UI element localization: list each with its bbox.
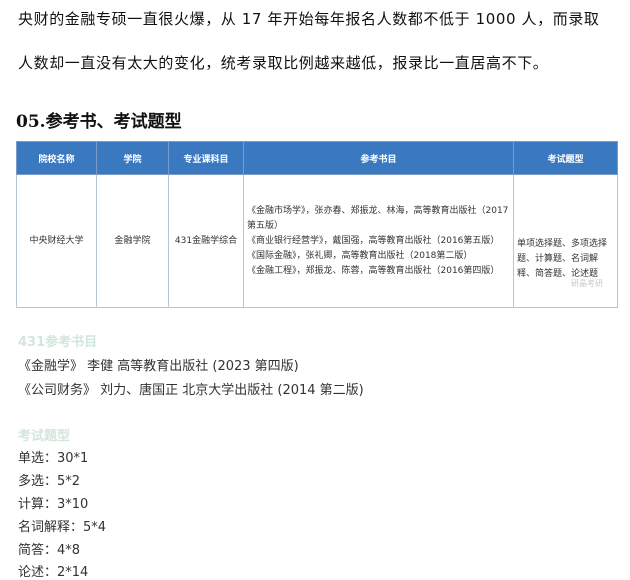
exam-type-item: 单选：30*1 [18,451,89,466]
ref-book-item: 《公司财务》 刘力、唐国正 北京大学出版社 (2014 第二版) [18,383,364,398]
header-types: 考试题型 [513,141,618,175]
header-school: 院校名称 [16,141,97,175]
watermark-text: 研晶考研 [571,279,603,288]
book-item: 《国际金融》，张礼卿，高等教育出版社（2018第二版） [247,250,473,261]
types-text: 单项选择题、多项选择题、计算题、名词解释、简答题、论述题 [517,238,608,279]
cell-school: 中央财经大学 [16,174,97,308]
exam-types-heading: 考试题型 [18,429,71,444]
table-header-row: 院校名称 学院 专业课科目 参考书目 考试题型 [16,141,618,175]
exam-type-item: 多选：5*2 [18,474,81,489]
cell-subject: 431金融学综合 [168,174,244,308]
exam-type-item: 名词解释：5*4 [18,520,107,535]
exam-type-item: 简答：4*8 [18,543,81,558]
header-college: 学院 [96,141,169,175]
intro-paragraph-line-1: 央财的金融专硕一直很火爆，从 17 年开始每年报名人数都不低于 1000 人，而… [18,10,600,28]
reference-table: 院校名称 学院 专业课科目 参考书目 考试题型 中央财经大学 金融学院 431金… [16,141,618,308]
intro-paragraph-line-2: 人数却一直没有太大的变化，统考录取比例越来越低，报录比一直居高不下。 [18,54,549,72]
header-books: 参考书目 [243,141,514,175]
header-subject: 专业课科目 [168,141,244,175]
cell-college: 金融学院 [96,174,169,308]
section-title: 05.参考书、考试题型 [16,112,182,132]
table-row: 中央财经大学 金融学院 431金融学综合 《金融市场学》，张亦春、郑振龙、林海，… [16,174,618,308]
book-item: 《金融工程》，郑振龙、陈蓉，高等教育出版社（2016第四版） [247,265,500,276]
exam-type-item: 计算：3*10 [18,497,89,512]
ref-books-heading: 431参考书目 [18,335,98,350]
exam-type-item: 论述：2*14 [18,565,89,580]
cell-types: 单项选择题、多项选择题、计算题、名词解释、简答题、论述题 研晶考研 [513,174,618,308]
ref-book-item: 《金融学》 李健 高等教育出版社 (2023 第四版) [18,359,299,374]
book-item: 《商业银行经营学》，戴国强，高等教育出版社（2016第五版） [247,235,500,246]
cell-books: 《金融市场学》，张亦春、郑振龙、林海，高等教育出版社（2017第五版） 《商业银… [243,174,514,308]
book-item: 《金融市场学》，张亦春、郑振龙、林海，高等教育出版社（2017第五版） [247,205,509,231]
